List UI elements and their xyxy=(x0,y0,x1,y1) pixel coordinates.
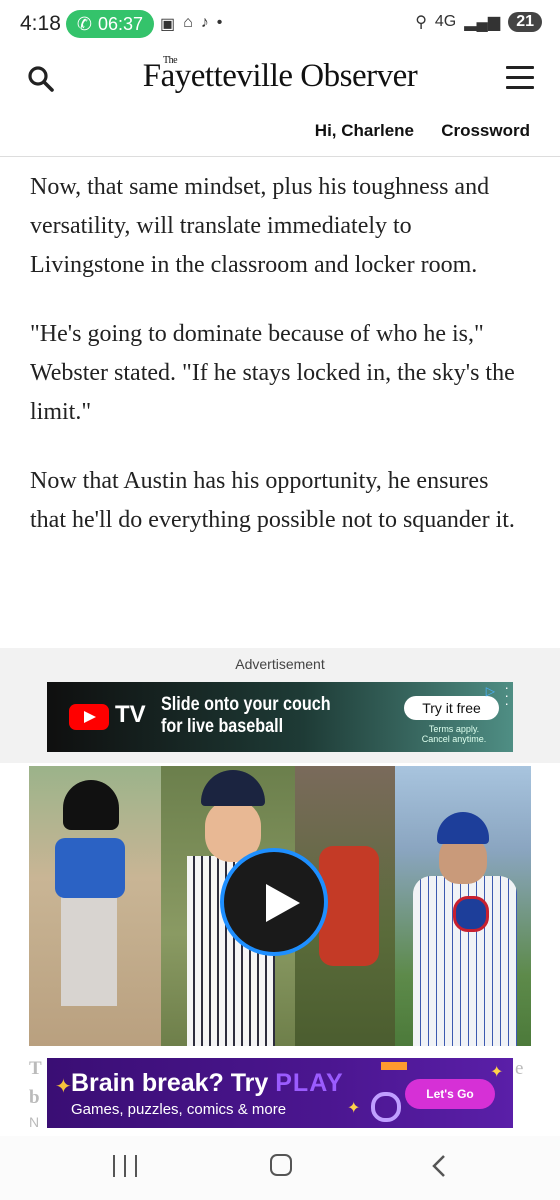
back-icon[interactable] xyxy=(428,1154,452,1178)
google-home-icon: ⌂ xyxy=(183,14,193,31)
menu-button[interactable] xyxy=(506,66,534,90)
sparkle-icon: ✦ xyxy=(55,1076,72,1098)
play-icon[interactable] xyxy=(220,848,328,956)
battery-level: 21 xyxy=(508,12,542,32)
location-icon: ⚲ xyxy=(415,14,427,31)
adchoices-icon[interactable]: ▷ xyxy=(486,684,495,698)
kid-jersey-shape xyxy=(55,838,125,898)
user-row: Hi, Charlene Crossword xyxy=(0,110,560,157)
play-ad-headline-prefix: Brain break? Try xyxy=(71,1069,276,1097)
youtube-tv-ad[interactable]: TV Slide onto your couch for live baseba… xyxy=(47,682,513,752)
call-timer: 06:37 xyxy=(98,13,144,34)
status-bar: 4:18 ✆ 06:37 ▣ ⌂ ♪ • ⚲ 4G ▂▄▆ 21 xyxy=(0,0,560,48)
account-greeting[interactable]: Hi, Charlene xyxy=(315,121,414,141)
video-thumbnail-panel xyxy=(29,766,161,1046)
video-thumbnail-panel xyxy=(395,766,531,1046)
ad-headline-line2: for live baseball xyxy=(161,716,284,737)
network-type: 4G xyxy=(434,13,457,30)
masthead: The Fayetteville Observer xyxy=(0,48,560,110)
advertisement-zone: Advertisement TV Slide onto your couch f… xyxy=(0,648,560,763)
sparkle-icon: ✦ xyxy=(490,1064,504,1081)
lets-go-button[interactable]: Let's Go xyxy=(405,1079,495,1109)
hamburger-line xyxy=(506,76,534,79)
ongoing-call-pill[interactable]: ✆ 06:37 xyxy=(66,10,154,38)
ad-headline-line1: Slide onto your couch xyxy=(161,694,331,715)
site-logo[interactable]: The Fayetteville Observer xyxy=(0,55,560,95)
video-caption-fragment: T xyxy=(29,1058,42,1079)
system-nav-bar xyxy=(0,1136,560,1200)
ad-terms: Terms apply. Cancel anytime. xyxy=(409,724,499,744)
video-caption-fragment: e xyxy=(515,1058,524,1079)
back-chevron-icon xyxy=(432,1155,445,1177)
cap-shape xyxy=(437,812,489,844)
youtube-play-icon xyxy=(69,704,109,730)
phone-icon: ✆ xyxy=(76,13,93,34)
video-caption-fragment: N xyxy=(29,1114,40,1130)
article-paragraph: Now that Austin has his opportunity, he … xyxy=(30,468,515,533)
recent-apps-bar xyxy=(135,1155,137,1177)
magnifier-icon xyxy=(371,1092,401,1122)
cubs-logo-shape xyxy=(453,896,489,932)
video-caption-fragment: b xyxy=(29,1087,40,1108)
hamburger-line xyxy=(506,86,534,89)
article-body: Now, that same mindset, plus his toughne… xyxy=(30,168,530,570)
ad-options-icon[interactable]: · · · xyxy=(504,682,509,710)
article-paragraph: "He's going to dominate because of who h… xyxy=(30,321,515,425)
logo-the: The xyxy=(163,55,178,66)
home-icon[interactable] xyxy=(270,1154,292,1176)
kid-pants-shape xyxy=(61,896,117,1006)
status-time: 4:18 xyxy=(20,12,61,35)
screenshot-icon: ▣ xyxy=(160,16,176,33)
try-it-free-button[interactable]: Try it free xyxy=(404,696,499,720)
advertisement-label: Advertisement xyxy=(235,656,325,672)
ad-terms-line1: Terms apply. xyxy=(428,724,480,734)
sparkle-icon: ✦ xyxy=(347,1100,361,1117)
play-banner-ad[interactable]: ✦ Brain break? Try PLAY Games, puzzles, … xyxy=(47,1058,513,1128)
hamburger-icon xyxy=(506,66,534,69)
recent-apps-icon[interactable] xyxy=(113,1155,137,1177)
crossword-link[interactable]: Crossword xyxy=(441,121,530,141)
cap-shape xyxy=(201,770,265,806)
tiktok-icon: ♪ xyxy=(200,14,209,31)
notification-icons: ▣ ⌂ ♪ • xyxy=(160,14,222,34)
ad-headline: Slide onto your couch for live baseball xyxy=(161,694,331,738)
tetris-block-icon xyxy=(381,1062,407,1070)
video-player[interactable] xyxy=(29,766,531,1046)
signal-icon: ▂▄▆ xyxy=(464,14,501,31)
ad-brand: TV xyxy=(115,701,146,728)
logo-text: Fayetteville Observer xyxy=(142,58,418,94)
player-shape xyxy=(319,846,379,966)
system-status: ⚲ 4G ▂▄▆ 21 xyxy=(415,12,542,32)
play-ad-subline: Games, puzzles, comics & more xyxy=(71,1101,287,1118)
ad-terms-line2: Cancel anytime. xyxy=(421,734,487,744)
article-paragraph: Now, that same mindset, plus his toughne… xyxy=(30,174,490,278)
play-ad-headline-play: PLAY xyxy=(275,1069,344,1097)
kid-helmet-shape xyxy=(63,780,119,830)
recent-apps-bar xyxy=(113,1155,115,1177)
play-ad-headline: Brain break? Try PLAY xyxy=(71,1069,344,1098)
recent-apps-bar xyxy=(124,1155,126,1177)
dot-icon: • xyxy=(216,14,223,31)
